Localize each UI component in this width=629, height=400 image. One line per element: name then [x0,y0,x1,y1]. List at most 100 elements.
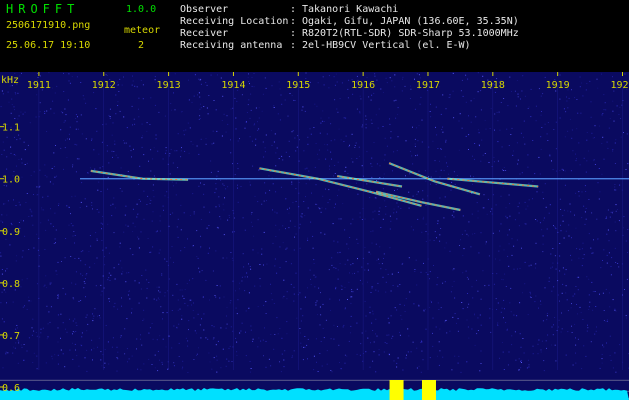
noise-speck [328,189,330,191]
noise-speck [315,203,317,205]
noise-speck [546,133,548,135]
noise-speck [193,95,195,97]
noise-speck [338,189,340,191]
noise-speck [252,165,254,167]
noise-speck [414,271,416,272]
noise-speck [165,150,167,152]
noise-speck [570,211,572,213]
noise-speck [133,118,135,120]
noise-speck [432,140,434,142]
noise-speck [178,342,180,344]
noise-speck [272,183,274,185]
noise-speck [235,290,236,292]
noise-speck [257,346,259,348]
noise-speck [14,109,15,111]
noise-speck [571,325,572,327]
noise-speck [138,97,140,99]
noise-speck [293,300,295,302]
noise-speck [330,370,332,371]
noise-speck [157,350,159,352]
noise-speck [120,336,122,338]
noise-speck [132,208,134,210]
noise-speck [68,206,70,208]
noise-speck [108,298,110,300]
noise-speck [203,193,205,195]
noise-speck [196,230,198,232]
noise-speck [227,186,229,188]
noise-speck [605,216,607,218]
noise-speck [360,343,362,345]
noise-speck [80,344,82,346]
noise-speck [507,105,509,107]
noise-speck [21,176,23,178]
noise-speck [32,362,34,363]
noise-speck [294,100,296,101]
noise-speck [230,108,232,110]
noise-speck [451,286,453,287]
noise-speck [420,341,422,343]
noise-speck [208,352,210,354]
noise-speck [491,213,493,215]
noise-speck [213,357,215,359]
noise-speck [176,327,178,329]
noise-speck [624,289,625,290]
noise-speck [527,108,529,109]
noise-speck [220,367,222,369]
noise-speck [258,337,260,339]
noise-speck [437,220,439,222]
noise-speck [299,328,301,329]
noise-speck [200,103,201,105]
noise-speck [286,321,288,323]
noise-speck [114,302,116,304]
noise-speck [627,163,629,165]
noise-speck [372,313,374,315]
noise-speck [264,327,265,329]
noise-speck [28,337,30,339]
noise-speck [512,154,514,156]
noise-speck [340,139,342,141]
noise-speck [422,190,424,192]
noise-speck [494,258,496,260]
noise-speck [350,296,352,298]
noise-speck [265,87,267,89]
noise-speck [3,149,5,151]
noise-speck [541,111,542,112]
noise-speck [539,222,541,224]
noise-speck [80,300,82,301]
noise-speck [554,317,556,318]
noise-speck [356,238,358,240]
noise-speck [369,366,371,368]
noise-speck [566,96,567,98]
noise-speck [414,138,416,140]
noise-speck [401,318,403,320]
noise-speck [528,364,530,366]
noise-speck [440,307,442,309]
noise-speck [18,115,20,117]
noise-speck [117,351,119,353]
noise-speck [442,131,444,133]
noise-speck [527,166,529,168]
noise-speck [596,78,598,80]
noise-speck [203,329,205,331]
noise-speck [588,150,589,152]
noise-speck [68,133,70,135]
noise-speck [429,111,431,112]
noise-speck [74,242,75,244]
noise-speck [307,207,309,209]
noise-speck [265,301,267,303]
noise-speck [598,125,600,127]
noise-speck [248,73,249,75]
noise-speck [375,333,376,335]
noise-speck [546,315,548,317]
noise-speck [217,170,219,172]
noise-speck [218,204,220,206]
noise-speck [623,216,625,218]
noise-speck [444,321,446,323]
noise-speck [563,108,565,110]
noise-speck [468,149,469,150]
noise-speck [409,173,411,175]
noise-speck [612,150,614,152]
noise-speck [97,346,98,348]
noise-speck [437,302,439,304]
noise-speck [198,92,200,94]
